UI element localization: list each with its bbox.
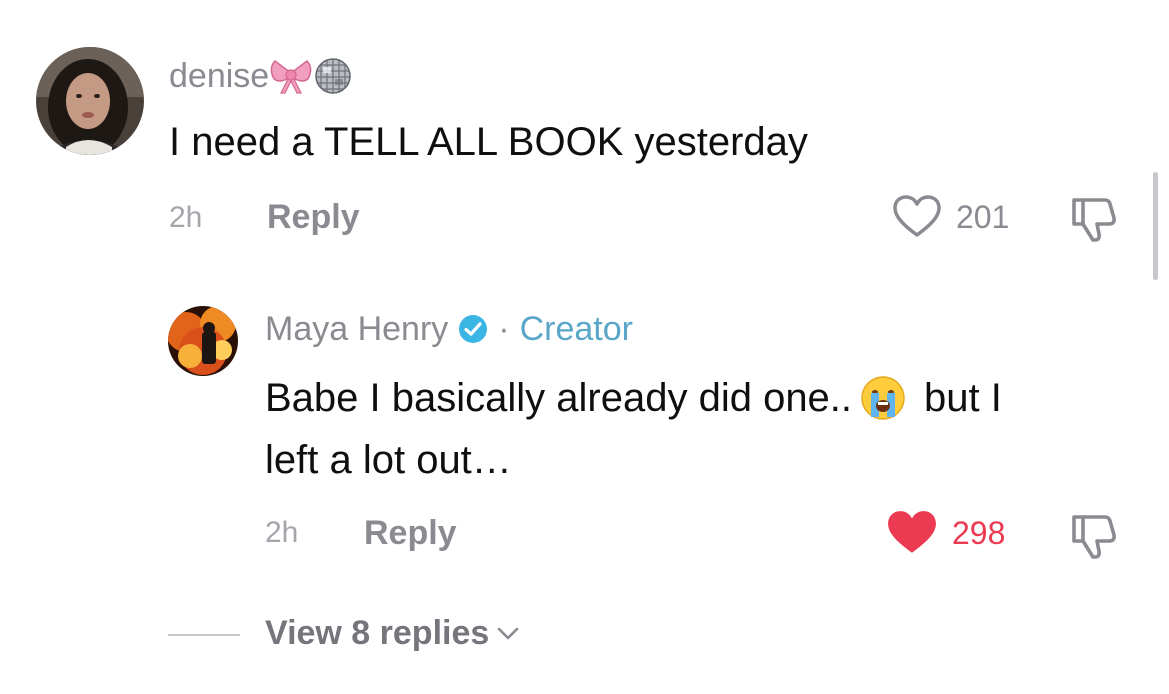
reply-text-line1: Babe I basically already did one.. but I bbox=[265, 366, 1002, 430]
avatar[interactable] bbox=[36, 47, 144, 155]
heart-filled-icon bbox=[886, 510, 938, 556]
verified-badge-icon bbox=[458, 314, 488, 344]
like-count: 201 bbox=[956, 199, 1010, 235]
reply-username-row: Maya Henry · Creator bbox=[265, 312, 633, 346]
scrollbar[interactable] bbox=[1153, 172, 1158, 280]
reply-button[interactable]: Reply bbox=[267, 200, 360, 234]
dislike-icon bbox=[1072, 198, 1116, 242]
creator-label: Creator bbox=[519, 310, 633, 348]
reply-text-line2: left a lot out… bbox=[265, 438, 512, 482]
view-replies-divider bbox=[168, 634, 240, 636]
view-replies-label: View 8 replies bbox=[265, 614, 490, 652]
like-button[interactable]: 201 bbox=[892, 195, 1022, 239]
disco-ball-emoji bbox=[313, 55, 353, 101]
heart-outline-icon bbox=[892, 195, 942, 239]
reply-username[interactable]: Maya Henry bbox=[265, 312, 448, 346]
reply-text-part1: Babe I basically already did one.. bbox=[265, 376, 853, 420]
comment-text: I need a TELL ALL BOOK yesterday bbox=[169, 120, 808, 164]
view-replies-button[interactable]: View 8 replies bbox=[265, 616, 521, 650]
dislike-icon bbox=[1072, 515, 1116, 559]
crying-face-emoji bbox=[860, 375, 906, 421]
reply-like-count: 298 bbox=[952, 515, 1006, 551]
comment-time: 2h bbox=[169, 201, 203, 234]
reply-time: 2h bbox=[265, 516, 299, 549]
reply-reply-button[interactable]: Reply bbox=[364, 516, 457, 550]
reply-like-button[interactable]: 298 bbox=[886, 510, 1026, 556]
reply-avatar[interactable] bbox=[168, 306, 238, 376]
comment-username[interactable]: denise bbox=[169, 55, 353, 101]
separator-dot: · bbox=[498, 310, 510, 348]
dislike-button[interactable] bbox=[1069, 196, 1119, 244]
chevron-down-icon bbox=[495, 623, 521, 643]
reply-dislike-button[interactable] bbox=[1069, 513, 1119, 561]
username-text[interactable]: denise bbox=[169, 57, 269, 95]
bow-emoji bbox=[269, 55, 313, 101]
reply-text-part2: but I bbox=[924, 376, 1002, 420]
